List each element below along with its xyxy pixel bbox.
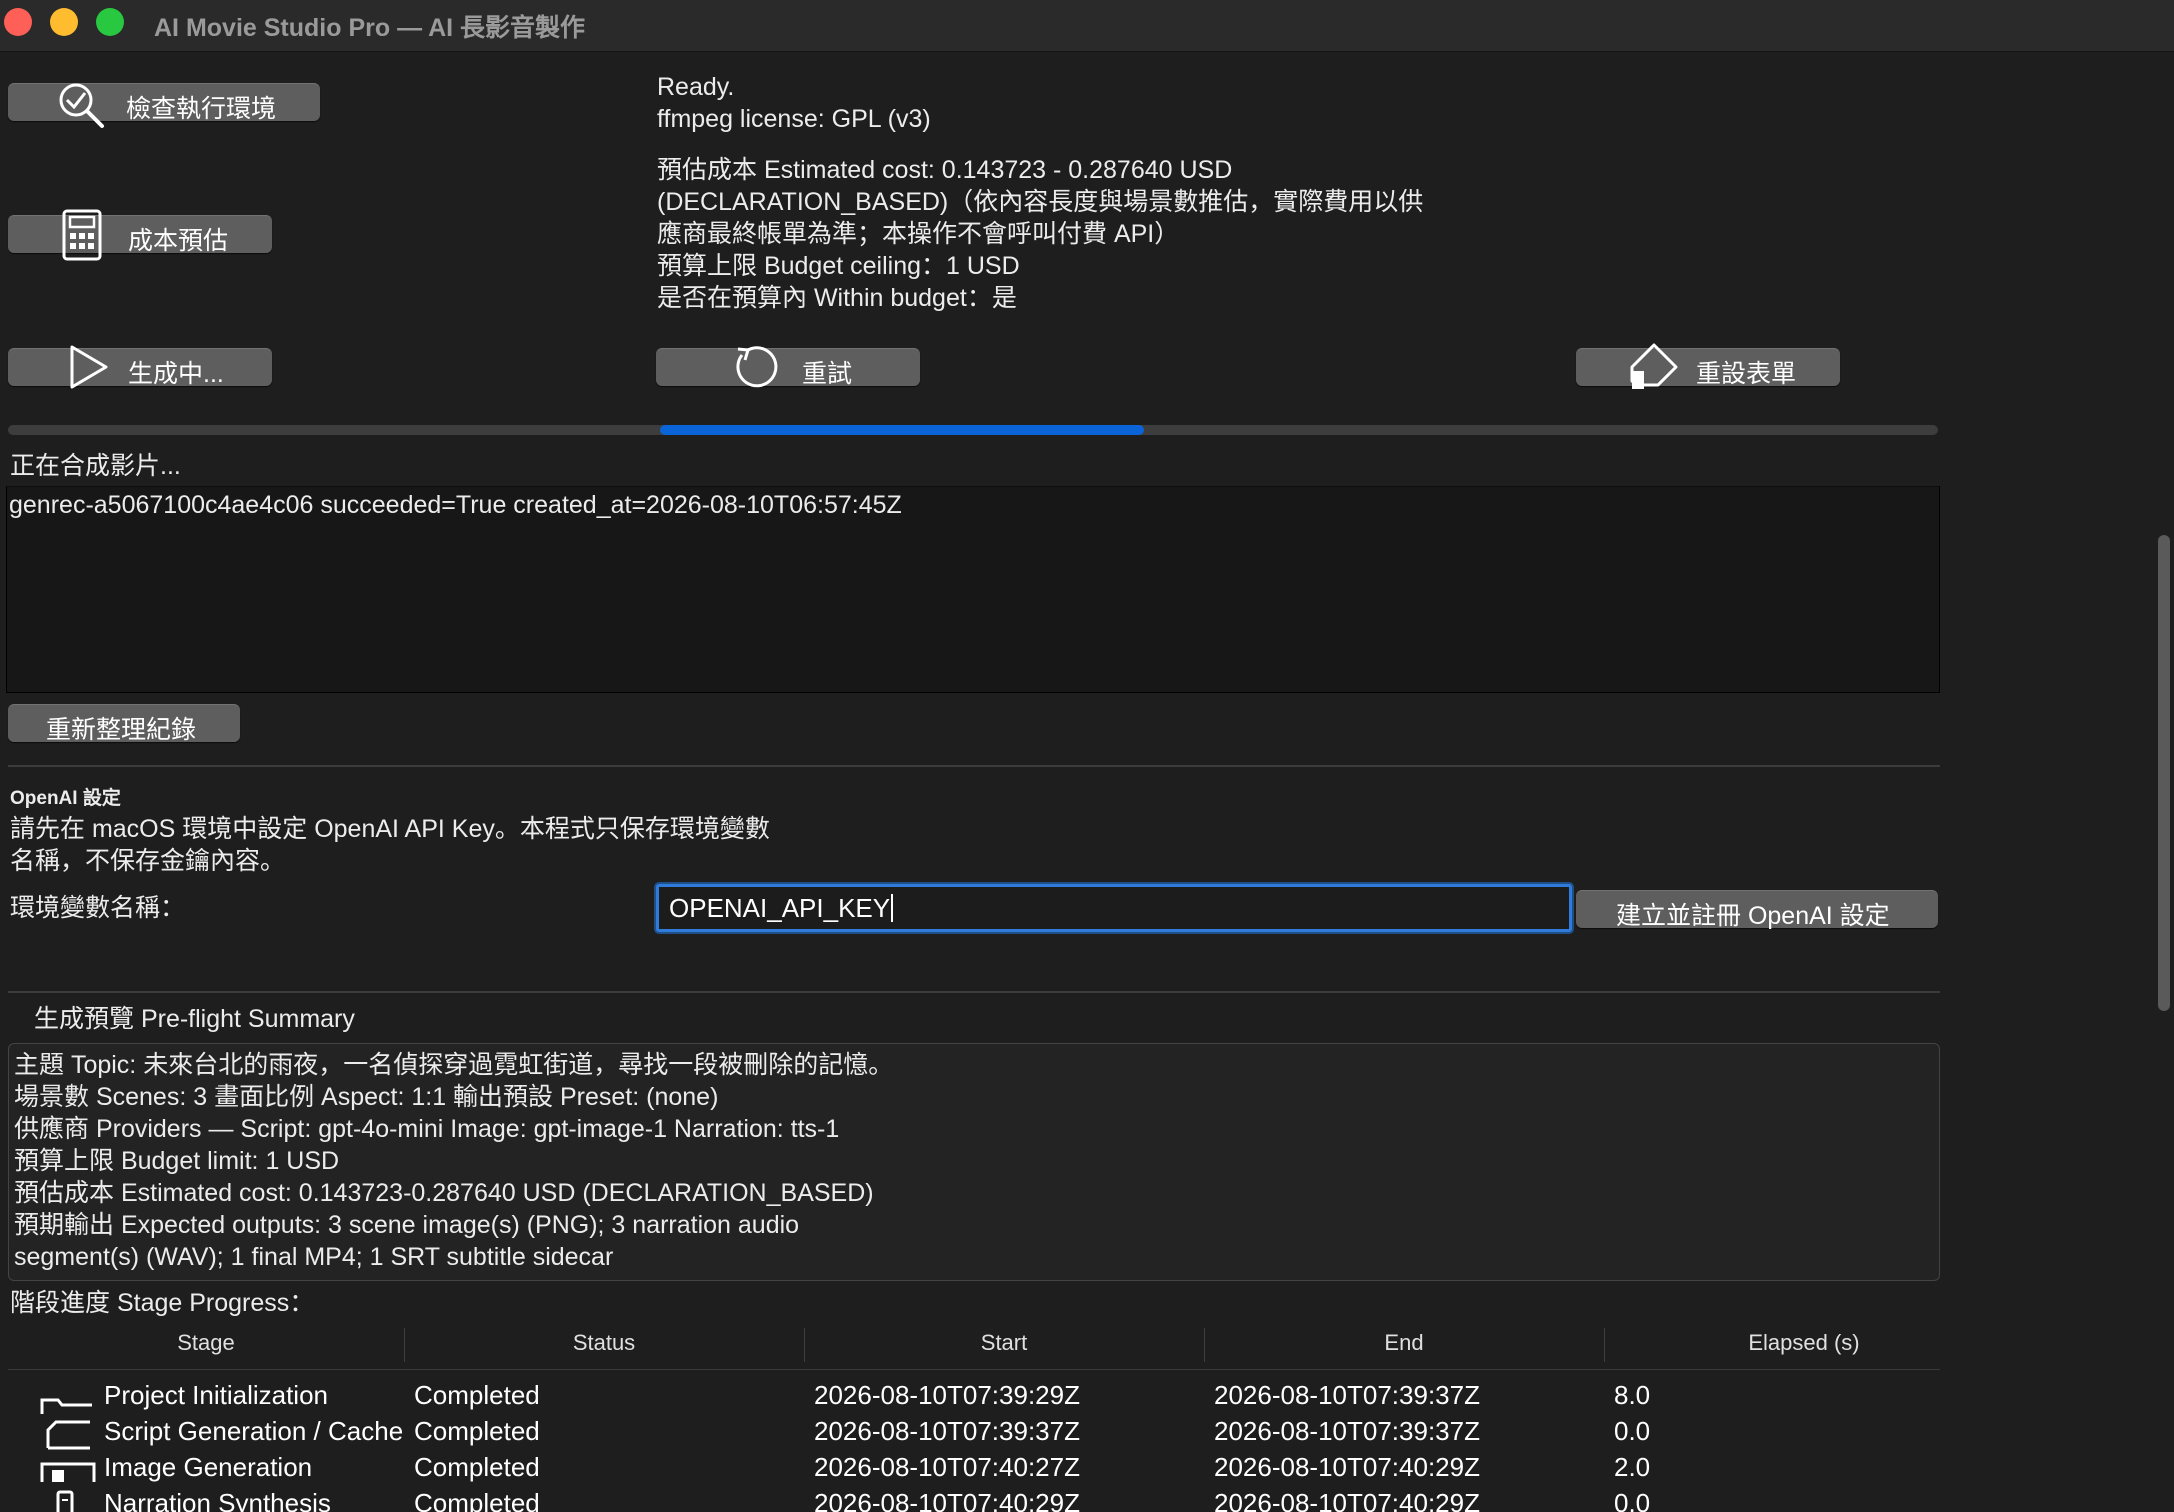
folder-icon <box>40 1396 96 1421</box>
openai-description-line1: 請先在 macOS 環境中設定 OpenAI API Key。本程式只保存環境變… <box>10 815 770 843</box>
openai-section-title: OpenAI 設定 <box>10 788 121 809</box>
license-text: ffmpeg license: GPL (v3) <box>657 105 931 133</box>
retry-label: 重試 <box>802 360 853 388</box>
retry-button[interactable]: 重試 <box>656 346 920 388</box>
reset-form-label: 重設表單 <box>1696 360 1797 388</box>
cost-estimate-line1: 預估成本 Estimated cost: 0.143723 - 0.287640… <box>657 156 1233 184</box>
refresh-log-button[interactable]: 重新整理紀錄 <box>8 704 240 744</box>
title-bar: AI Movie Studio Pro — AI 長影音製作 <box>0 0 2174 52</box>
preflight-summary-box: 主題 Topic: 未來台北的雨夜，一名偵探穿過霓虹街道，尋找一段被刪除的記憶。… <box>8 1043 1940 1281</box>
preflight-line: 預估成本 Estimated cost: 0.143723-0.287640 U… <box>14 1179 874 1207</box>
status-ready-text: Ready. <box>657 73 735 101</box>
stage-end: 2026-08-10T07:40:29Z <box>1214 1488 1480 1512</box>
stage-elapsed: 8.0 <box>1614 1380 1651 1410</box>
cost-estimate-label: 成本預估 <box>128 227 229 255</box>
budget-ceiling-text: 預算上限 Budget ceiling：1 USD <box>657 252 1020 280</box>
check-environment-button[interactable]: 檢查執行環境 <box>8 83 320 128</box>
preflight-line: segment(s) (WAV); 1 final MP4; 1 SRT sub… <box>14 1243 614 1271</box>
section-divider <box>8 991 1940 993</box>
generation-log-list[interactable]: genrec-a5067100c4ae4c06 succeeded=True c… <box>6 486 1940 693</box>
stage-name: Image Generation <box>104 1452 313 1482</box>
window-title: AI Movie Studio Pro — AI 長影音製作 <box>154 14 586 42</box>
audio-icon <box>54 1490 78 1512</box>
stage-status: Completed <box>414 1488 540 1512</box>
cost-estimate-line2: (DECLARATION_BASED)（依內容長度與場景數推估，實際費用以供 <box>657 188 1424 216</box>
reset-form-button[interactable]: 重設表單 <box>1576 343 1840 389</box>
stage-name: Narration Synthesis <box>104 1488 331 1512</box>
close-window-button[interactable] <box>4 8 32 36</box>
generate-label: 生成中... <box>128 360 224 388</box>
minimize-window-button[interactable] <box>50 8 78 36</box>
refresh-icon <box>732 343 782 398</box>
stage-start: 2026-08-10T07:40:27Z <box>814 1452 1080 1482</box>
stage-end: 2026-08-10T07:39:37Z <box>1214 1380 1480 1410</box>
image-icon <box>40 1462 96 1489</box>
text-caret <box>891 894 894 922</box>
stage-start: 2026-08-10T07:39:37Z <box>814 1416 1080 1446</box>
preflight-line: 預算上限 Budget limit: 1 USD <box>14 1147 340 1175</box>
stage-start: 2026-08-10T07:39:29Z <box>814 1380 1080 1410</box>
openai-description-line2: 名稱，不保存金鑰內容。 <box>10 847 286 875</box>
table-header-divider <box>8 1369 1940 1370</box>
env-var-value: OPENAI_API_KEY <box>669 893 891 923</box>
stage-status: Completed <box>414 1452 540 1482</box>
preflight-line: 主題 Topic: 未來台北的雨夜，一名偵探穿過霓虹街道，尋找一段被刪除的記憶。 <box>14 1051 894 1079</box>
cost-estimate-button[interactable]: 成本預估 <box>8 209 272 261</box>
progress-label: 正在合成影片... <box>10 452 181 480</box>
stage-end: 2026-08-10T07:39:37Z <box>1214 1416 1480 1446</box>
refresh-log-label: 重新整理紀錄 <box>46 716 197 744</box>
env-var-label: 環境變數名稱： <box>10 894 186 922</box>
calculator-icon <box>60 208 104 269</box>
preflight-line: 場景數 Scenes: 3 畫面比例 Aspect: 1:1 輸出預設 Pres… <box>14 1083 719 1111</box>
stage-elapsed: 2.0 <box>1614 1452 1651 1482</box>
stage-progress-title: 階段進度 Stage Progress： <box>10 1289 315 1317</box>
env-var-input[interactable]: OPENAI_API_KEY <box>656 884 1572 932</box>
column-header-elapsed[interactable]: Elapsed (s) <box>1604 1330 2004 1356</box>
within-budget-text: 是否在預算內 Within budget：是 <box>657 284 1017 312</box>
progress-bar-fill <box>660 425 1144 435</box>
create-openai-config-button[interactable]: 建立並註冊 OpenAI 設定 <box>1576 890 1938 930</box>
column-header-start[interactable]: Start <box>804 1330 1204 1356</box>
eraser-icon <box>1628 341 1682 400</box>
generate-button[interactable]: 生成中... <box>8 345 272 389</box>
script-icon <box>46 1420 92 1455</box>
vertical-scrollbar[interactable] <box>2158 535 2170 1011</box>
play-icon <box>66 343 110 398</box>
progress-bar <box>8 425 1938 435</box>
stage-status: Completed <box>414 1380 540 1410</box>
cost-estimate-line3: 應商最終帳單為準；本操作不會呼叫付費 API） <box>657 220 1180 248</box>
stage-name: Script Generation / Cache <box>104 1416 404 1446</box>
log-entry[interactable]: genrec-a5067100c4ae4c06 succeeded=True c… <box>9 489 902 521</box>
section-divider <box>8 765 1940 767</box>
preflight-title: 生成預覽 Pre-flight Summary <box>34 1005 355 1033</box>
stage-elapsed: 0.0 <box>1614 1488 1651 1512</box>
stage-status: Completed <box>414 1416 540 1446</box>
check-environment-label: 檢查執行環境 <box>126 95 277 123</box>
column-header-status[interactable]: Status <box>404 1330 804 1356</box>
stage-end: 2026-08-10T07:40:29Z <box>1214 1452 1480 1482</box>
magnifier-check-icon <box>56 80 108 137</box>
zoom-window-button[interactable] <box>96 8 124 36</box>
stage-start: 2026-08-10T07:40:29Z <box>814 1488 1080 1512</box>
preflight-line: 供應商 Providers — Script: gpt-4o-mini Imag… <box>14 1115 840 1143</box>
column-header-end[interactable]: End <box>1204 1330 1604 1356</box>
create-openai-config-label: 建立並註冊 OpenAI 設定 <box>1616 902 1890 930</box>
stage-elapsed: 0.0 <box>1614 1416 1651 1446</box>
preflight-line: 預期輸出 Expected outputs: 3 scene image(s) … <box>14 1211 800 1239</box>
stage-name: Project Initialization <box>104 1380 328 1410</box>
column-header-stage[interactable]: Stage <box>8 1330 404 1356</box>
